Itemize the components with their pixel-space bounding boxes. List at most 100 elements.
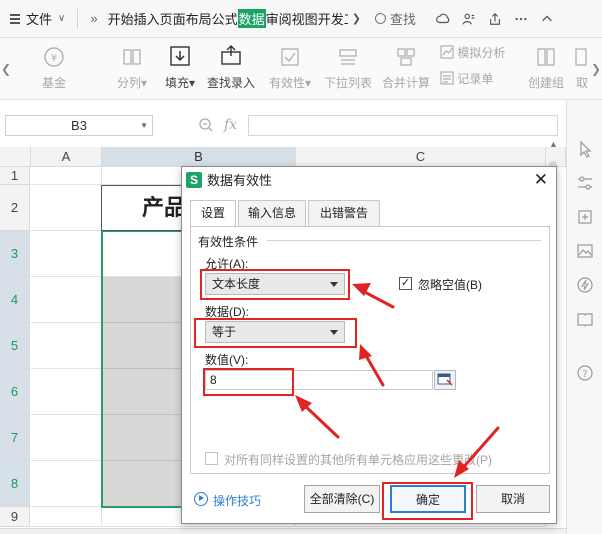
title-right-icons: [436, 12, 554, 26]
ribbon-fill-label-wrap: 填充▾: [160, 74, 200, 91]
chevron-down-icon: ▾: [188, 76, 196, 90]
record-form-icon: [440, 71, 454, 88]
row-header-4[interactable]: 4: [0, 277, 30, 323]
cell[interactable]: [31, 415, 102, 461]
ribbon-fill[interactable]: 填充▾: [160, 44, 200, 91]
cell[interactable]: [31, 167, 102, 185]
search-box[interactable]: 查找: [374, 9, 416, 28]
ribbon-consolidate[interactable]: 合并计算: [380, 46, 432, 91]
ribbon-validity[interactable]: 有效性▾: [262, 46, 318, 91]
tab-developer[interactable]: 开发工具: [318, 9, 348, 28]
ignore-blank-label[interactable]: 忽略空值(B): [418, 276, 482, 293]
row-header-1[interactable]: 1: [0, 167, 30, 185]
cancel-button[interactable]: 取消: [476, 485, 550, 513]
cloud-sync-icon[interactable]: [436, 12, 450, 26]
range-picker-button[interactable]: [434, 370, 456, 390]
tab-review[interactable]: 审阅: [266, 9, 292, 28]
ribbon-find-entry[interactable]: 查找录入: [202, 44, 260, 91]
cooperation-icon[interactable]: [462, 12, 476, 26]
tab-data[interactable]: 数据: [237, 9, 266, 28]
select-all-corner[interactable]: [0, 147, 31, 167]
row-header-7[interactable]: 7: [0, 415, 30, 461]
formula-input[interactable]: [248, 115, 558, 136]
what-if-icon: [440, 45, 454, 62]
dialog-title-bar[interactable]: S 数据有效性 ✕: [182, 167, 556, 192]
cell[interactable]: [31, 277, 102, 323]
ribbon-split-column[interactable]: 分列▾: [112, 46, 152, 91]
tab-page-layout[interactable]: 页面布局: [160, 9, 212, 28]
ribbon-scroll-left-icon[interactable]: ❮: [0, 38, 12, 100]
chevron-down-icon[interactable]: ∨: [58, 13, 65, 24]
fx-icon[interactable]: fx: [224, 117, 237, 133]
tab-input-message[interactable]: 输入信息: [238, 200, 306, 226]
ribbon-dropdown-list[interactable]: 下拉列表: [322, 46, 374, 91]
column-header-a[interactable]: A: [31, 147, 102, 167]
row-header-6[interactable]: 6: [0, 369, 30, 415]
tab-formula[interactable]: 公式: [212, 9, 238, 28]
play-icon[interactable]: [194, 492, 208, 506]
search-label: 查找: [389, 12, 416, 27]
file-menu[interactable]: 文件: [26, 9, 52, 28]
row-header-2[interactable]: 2: [0, 185, 30, 231]
ribbon-what-if[interactable]: 模拟分析: [440, 44, 512, 62]
cell[interactable]: [31, 231, 102, 277]
fund-icon: ¥: [44, 47, 64, 67]
row-header-9[interactable]: 9: [0, 507, 30, 527]
annotation-box-allow: [200, 269, 350, 300]
scroll-tabs-right-icon[interactable]: ❯: [352, 12, 361, 25]
cell[interactable]: [31, 461, 102, 507]
pointer-icon[interactable]: [576, 140, 594, 158]
help-icon[interactable]: ?: [576, 364, 594, 382]
column-header-b[interactable]: B: [102, 147, 296, 167]
tab-insert[interactable]: 插入: [134, 9, 160, 28]
tab-view[interactable]: 视图: [292, 9, 318, 28]
close-icon[interactable]: ✕: [534, 170, 548, 190]
search-icon: [374, 13, 386, 24]
row-header-8[interactable]: 8: [0, 461, 30, 507]
ribbon-consolidate-label: 合并计算: [381, 76, 430, 90]
cell[interactable]: [31, 507, 102, 527]
dropdown-list-icon: [339, 49, 357, 65]
name-box[interactable]: B3 ▼: [5, 115, 153, 136]
row-header-5[interactable]: 5: [0, 323, 30, 369]
scroll-up-icon[interactable]: ▲: [549, 139, 558, 149]
chevron-down-icon[interactable]: ▼: [140, 116, 148, 135]
book-icon[interactable]: [576, 310, 594, 328]
cell[interactable]: [31, 185, 102, 231]
ribbon-fund[interactable]: ¥ 基金: [24, 46, 84, 91]
ribbon-create-group[interactable]: 创建组: [524, 46, 568, 91]
ribbon-record-form[interactable]: 记录单: [440, 70, 512, 88]
ribbon-validity-label-wrap: 有效性▾: [262, 74, 318, 91]
ribbon-dropdown-list-label: 下拉列表: [323, 76, 372, 90]
format-icon[interactable]: [576, 208, 594, 226]
column-header-c[interactable]: C: [296, 147, 546, 167]
ribbon-scroll-right-icon[interactable]: ❯: [590, 38, 602, 100]
annotation-box-data: [194, 318, 357, 348]
sliders-icon[interactable]: [576, 174, 594, 192]
validation-criteria-label: 有效性条件: [198, 235, 259, 249]
ribbon-ungroup[interactable]: 取: [572, 46, 592, 91]
tab-error-alert[interactable]: 出错警告: [308, 200, 380, 226]
lightning-icon[interactable]: [576, 276, 594, 294]
collapse-ribbon-icon[interactable]: [540, 12, 554, 26]
chevron-down-icon: ▾: [304, 76, 312, 90]
ribbon-record-form-label: 记录单: [457, 72, 494, 86]
zoom-icon[interactable]: [198, 117, 214, 133]
share-icon[interactable]: [488, 12, 502, 26]
tab-settings[interactable]: 设置: [190, 200, 236, 227]
clear-all-button[interactable]: 全部清除(C): [304, 485, 380, 513]
split-column-icon: [123, 49, 141, 65]
cell[interactable]: [31, 323, 102, 369]
more-tabs-icon[interactable]: »: [90, 11, 97, 26]
image-icon[interactable]: [576, 242, 594, 260]
more-options-icon[interactable]: [514, 12, 528, 26]
row-header-3[interactable]: 3: [0, 231, 30, 277]
ignore-blank-checkbox[interactable]: ✓: [399, 277, 412, 290]
tab-start[interactable]: 开始: [108, 9, 134, 28]
apply-all-checkbox[interactable]: [205, 452, 218, 465]
value-label: 数值(V):: [205, 353, 249, 367]
right-side-panel: ?: [566, 100, 602, 534]
hamburger-menu-icon[interactable]: [10, 13, 20, 24]
tips-link[interactable]: 操作技巧: [213, 492, 261, 509]
cell[interactable]: [31, 369, 102, 415]
